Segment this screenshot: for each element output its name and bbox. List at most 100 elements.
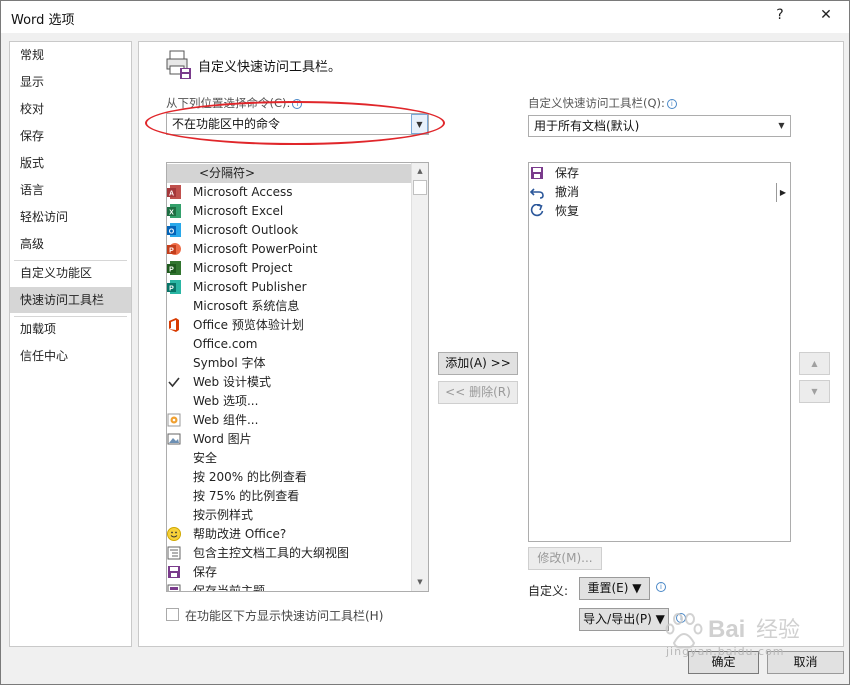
list-item-label: Word 图片 bbox=[193, 432, 252, 446]
add-button[interactable]: 添加(A) >> bbox=[438, 352, 518, 375]
watermark-url: jingyan.baidu.com bbox=[666, 645, 785, 658]
commands-list[interactable]: <分隔符> A Microsoft Access X Microsoft Exc… bbox=[166, 162, 429, 592]
picture-icon bbox=[167, 433, 181, 445]
list-item[interactable]: 帮助改进 Office? bbox=[167, 525, 411, 544]
remove-button[interactable]: << 删除(R) bbox=[438, 381, 518, 404]
list-item[interactable]: 恢复 bbox=[529, 202, 790, 221]
quick-access-toolbar-icon bbox=[166, 50, 191, 79]
scrollbar-thumb[interactable] bbox=[413, 180, 427, 195]
list-item[interactable]: Word 图片 bbox=[167, 430, 411, 449]
list-item-label: Microsoft Excel bbox=[193, 204, 284, 218]
sidebar-item-trust-center[interactable]: 信任中心 bbox=[10, 343, 131, 369]
list-item[interactable]: 安全 bbox=[167, 449, 411, 468]
svg-text:P: P bbox=[169, 286, 174, 293]
list-item[interactable]: 按 75% 的比例查看 bbox=[167, 487, 411, 506]
scroll-down-icon[interactable]: ▼ bbox=[412, 574, 428, 591]
reset-dropdown-button[interactable]: 重置(E) ▼ bbox=[579, 577, 650, 600]
list-item[interactable]: P Microsoft Publisher bbox=[167, 278, 411, 297]
undo-icon bbox=[530, 188, 544, 199]
sidebar-item-quick-access-toolbar[interactable]: 快速访问工具栏 bbox=[10, 287, 131, 313]
list-item-label: 恢复 bbox=[555, 204, 580, 218]
smiley-icon bbox=[167, 527, 181, 541]
save-icon bbox=[168, 566, 180, 578]
list-item[interactable]: <分隔符> bbox=[167, 164, 411, 183]
modify-button[interactable]: 修改(M)... bbox=[528, 547, 602, 570]
list-item-label: 保存 bbox=[555, 166, 580, 180]
list-item[interactable]: 保存当前主题 bbox=[167, 582, 411, 592]
list-item-label: Microsoft 系统信息 bbox=[193, 299, 300, 313]
list-item-label: 保存 bbox=[193, 565, 218, 579]
list-item[interactable]: Office.com bbox=[167, 335, 411, 354]
sidebar-item-general[interactable]: 常规 bbox=[10, 42, 131, 68]
customize-toolbar-label-text: 自定义快速访问工具栏(Q): bbox=[528, 96, 665, 110]
scroll-up-icon[interactable]: ▲ bbox=[412, 163, 428, 180]
check-icon bbox=[168, 377, 180, 388]
list-item-label: 按 75% 的比例查看 bbox=[193, 489, 300, 503]
list-item-label: 安全 bbox=[193, 451, 218, 465]
customize-scope-dropdown[interactable]: 用于所有文档(默认) ▼ bbox=[528, 115, 791, 137]
list-item[interactable]: Office 预览体验计划 bbox=[167, 316, 411, 335]
sidebar-item-addins[interactable]: 加载项 bbox=[10, 316, 131, 342]
list-item-label: 保存当前主题 bbox=[193, 584, 266, 592]
save-icon bbox=[531, 167, 543, 179]
list-item[interactable]: A Microsoft Access bbox=[167, 183, 411, 202]
list-item[interactable]: 包含主控文档工具的大纲视图 bbox=[167, 544, 411, 563]
move-up-button[interactable]: ▲ bbox=[799, 352, 830, 375]
list-item[interactable]: 保存 bbox=[167, 563, 411, 582]
move-down-button[interactable]: ▼ bbox=[799, 380, 830, 403]
sidebar-item-language[interactable]: 语言 bbox=[10, 177, 131, 203]
sidebar-item-save[interactable]: 保存 bbox=[10, 123, 131, 149]
list-item[interactable]: 撤消 ▶ bbox=[529, 183, 790, 202]
sidebar-item-display[interactable]: 显示 bbox=[10, 69, 131, 95]
list-item[interactable]: X Microsoft Excel bbox=[167, 202, 411, 221]
sidebar-item-customize-ribbon[interactable]: 自定义功能区 bbox=[10, 260, 131, 286]
list-item[interactable]: 按 200% 的比例查看 bbox=[167, 468, 411, 487]
close-button[interactable]: ✕ bbox=[815, 7, 837, 27]
toolbar-commands-list[interactable]: 保存 撤消 ▶ 恢复 bbox=[528, 162, 791, 542]
svg-text:P: P bbox=[169, 248, 174, 255]
list-item[interactable]: Web 设计模式 bbox=[167, 373, 411, 392]
red-highlight-annotation bbox=[145, 101, 445, 145]
svg-text:Bai: Bai bbox=[708, 616, 745, 643]
list-item[interactable]: P Microsoft PowerPoint bbox=[167, 240, 411, 259]
customize-scope-value: 用于所有文档(默认) bbox=[534, 119, 640, 133]
list-item[interactable]: Microsoft 系统信息 bbox=[167, 297, 411, 316]
web-component-icon bbox=[167, 413, 181, 427]
theme-icon bbox=[167, 584, 181, 591]
access-icon: A bbox=[167, 185, 181, 199]
list-item[interactable]: 保存 bbox=[529, 164, 790, 183]
project-icon: P bbox=[167, 261, 181, 275]
list-item-label: Symbol 字体 bbox=[193, 356, 266, 370]
info-icon: i bbox=[666, 99, 677, 109]
window-title: Word 选项 bbox=[11, 13, 75, 28]
sidebar-item-proofing[interactable]: 校对 bbox=[10, 96, 131, 122]
chevron-down-icon[interactable]: ▼ bbox=[773, 116, 790, 136]
list-item[interactable]: Web 选项... bbox=[167, 392, 411, 411]
list-item-label: 撤消 bbox=[555, 185, 580, 199]
list-item[interactable]: 按示例样式 bbox=[167, 506, 411, 525]
chevron-right-icon[interactable]: ▶ bbox=[776, 183, 786, 202]
show-below-ribbon-checkbox[interactable] bbox=[166, 608, 179, 621]
sidebar-item-advanced[interactable]: 高级 bbox=[10, 231, 131, 257]
info-icon: i bbox=[656, 582, 666, 592]
list-item[interactable]: Web 组件... bbox=[167, 411, 411, 430]
svg-text:P: P bbox=[169, 267, 174, 274]
help-button[interactable]: ? bbox=[769, 7, 791, 27]
commands-scrollbar[interactable]: ▲ ▼ bbox=[411, 163, 428, 591]
list-item[interactable]: Symbol 字体 bbox=[167, 354, 411, 373]
sidebar-item-layout[interactable]: 版式 bbox=[10, 150, 131, 176]
customizations-label: 自定义: bbox=[528, 584, 569, 598]
list-item-label: Web 设计模式 bbox=[193, 375, 271, 389]
list-item[interactable]: O Microsoft Outlook bbox=[167, 221, 411, 240]
list-item-label: Microsoft Outlook bbox=[193, 223, 299, 237]
word-options-dialog: Word 选项 ? ✕ 常规 显示 校对 保存 版式 语言 轻松访问 高级 自定… bbox=[0, 0, 850, 685]
list-item-label: Microsoft Project bbox=[193, 261, 293, 275]
list-item-label: Web 组件... bbox=[193, 413, 259, 427]
customize-toolbar-label: 自定义快速访问工具栏(Q): i bbox=[528, 95, 677, 111]
sidebar-item-accessibility[interactable]: 轻松访问 bbox=[10, 204, 131, 230]
office-icon bbox=[169, 318, 179, 332]
list-item-label: Office.com bbox=[193, 337, 258, 351]
list-item-label: Microsoft Publisher bbox=[193, 280, 307, 294]
svg-text:A: A bbox=[169, 191, 174, 198]
list-item[interactable]: P Microsoft Project bbox=[167, 259, 411, 278]
